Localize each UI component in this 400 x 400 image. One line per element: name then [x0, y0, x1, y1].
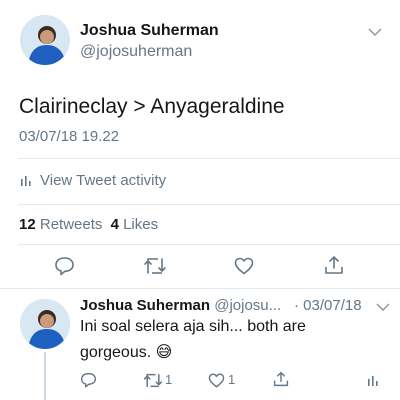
reply-author-avatar[interactable]	[20, 299, 70, 349]
sweat-smile-emoji: 😅	[155, 344, 173, 361]
reply-author-handle[interactable]: @jojosu...	[214, 297, 281, 314]
reply-retweet-icon[interactable]	[143, 373, 163, 388]
reply-share-icon[interactable]	[273, 371, 289, 387]
like-icon[interactable]	[234, 257, 254, 275]
reply-like-icon[interactable]	[208, 373, 225, 388]
divider	[18, 204, 400, 205]
retweet-icon[interactable]	[143, 257, 167, 275]
reply-chevron-down-icon[interactable]	[376, 302, 390, 312]
divider	[18, 158, 400, 159]
reply-separator: ·	[294, 297, 299, 314]
retweets-label[interactable]: Retweets	[40, 216, 103, 233]
bar-chart-icon[interactable]	[20, 174, 32, 186]
thread-line	[44, 352, 46, 400]
reply-icon[interactable]	[54, 256, 75, 276]
reply-activity-icon[interactable]	[367, 374, 379, 386]
divider	[18, 244, 400, 245]
tweet-timestamp[interactable]: 03/07/18 19.22	[19, 128, 119, 145]
reply-date[interactable]: 03/07/18	[303, 297, 361, 314]
author-avatar[interactable]	[20, 15, 70, 65]
reply-author-name[interactable]: Joshua Suherman	[80, 297, 210, 314]
reply-retweet-count[interactable]: 1	[165, 372, 172, 387]
tweet-stats: 12 Retweets 4 Likes	[19, 216, 158, 233]
reply-text-line1: Ini soal selera aja sih... both are	[80, 318, 306, 335]
view-tweet-activity-link[interactable]: View Tweet activity	[40, 172, 166, 189]
reply-text: gorgeous.	[80, 344, 152, 361]
reply-reply-icon[interactable]	[80, 372, 97, 388]
reply-text-line2: gorgeous. 😅	[80, 342, 172, 362]
likes-count[interactable]: 4	[111, 216, 119, 233]
retweets-count[interactable]: 12	[19, 216, 36, 233]
tweet-text: Clairineclay > Anyageraldine	[19, 95, 285, 118]
author-name[interactable]: Joshua Suherman	[80, 22, 219, 40]
chevron-down-icon[interactable]	[368, 27, 382, 37]
reply-like-count[interactable]: 1	[228, 372, 235, 387]
reply-date-group: · 03/07/18	[294, 297, 362, 314]
likes-label[interactable]: Likes	[123, 216, 158, 233]
author-handle[interactable]: @jojosuherman	[80, 43, 192, 61]
divider	[0, 288, 400, 289]
share-icon[interactable]	[324, 255, 344, 275]
reply-header: Joshua Suherman @jojosu...	[80, 297, 281, 314]
